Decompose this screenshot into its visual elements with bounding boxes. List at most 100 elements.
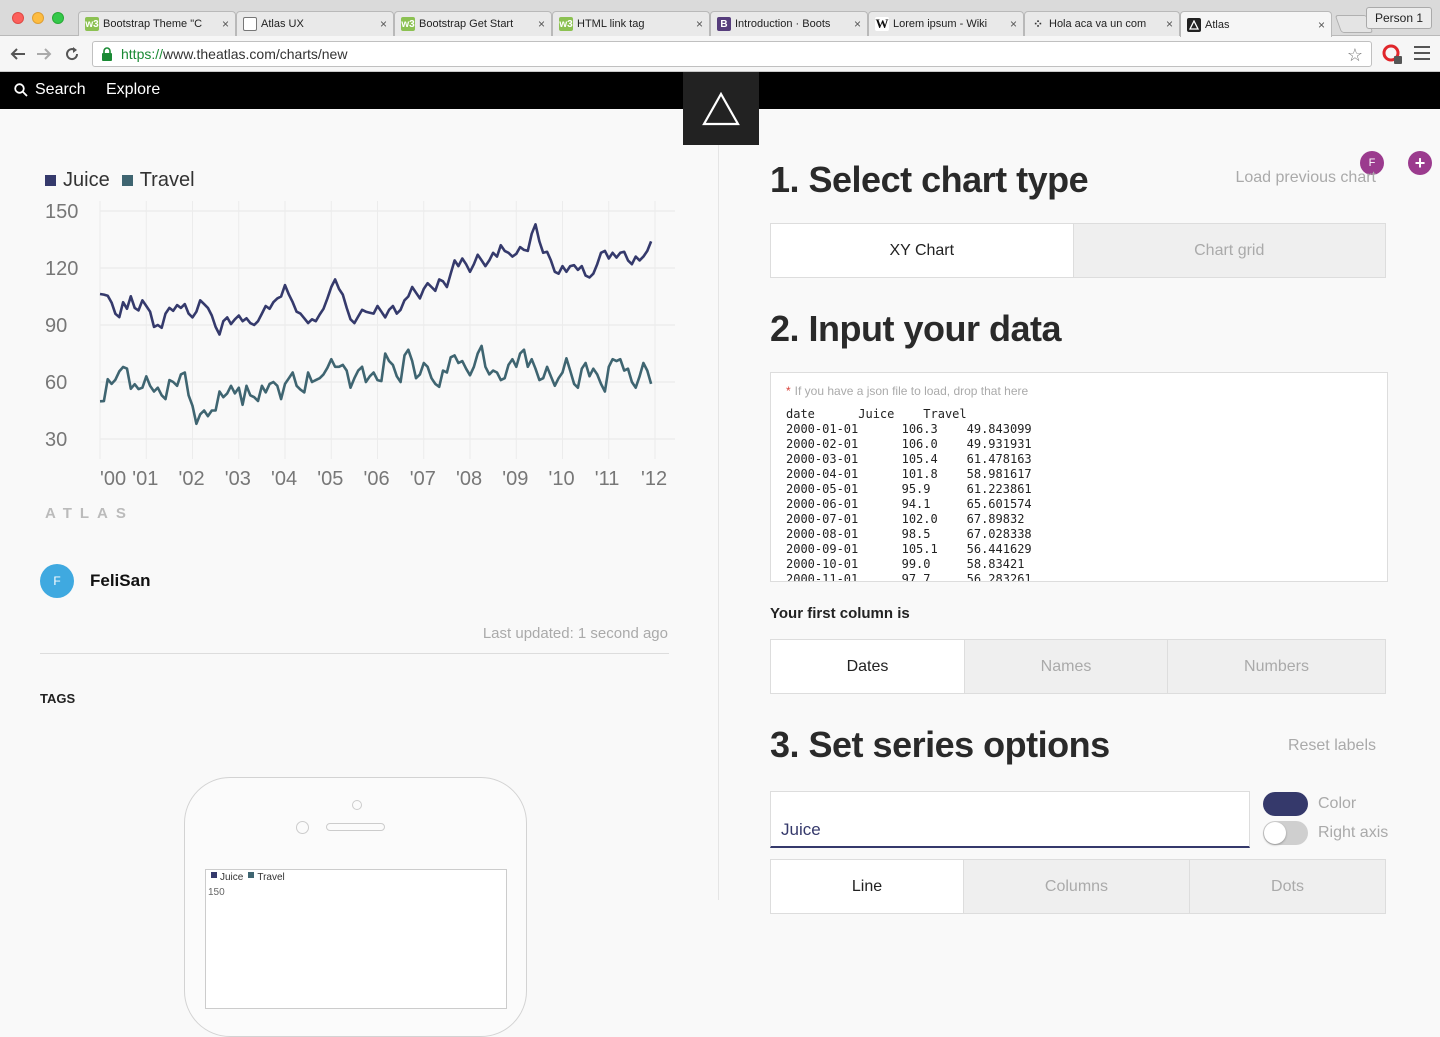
phone-speaker <box>326 823 385 831</box>
y-tick-label: 150 <box>45 201 78 223</box>
option-columns[interactable]: Columns <box>964 860 1190 913</box>
tab-label: Atlas <box>1205 18 1230 31</box>
data-input-area[interactable]: * If you have a json file to load, drop t… <box>770 372 1388 582</box>
data-textarea-content[interactable]: date Juice Travel 2000-01-01 106.3 49.84… <box>786 407 1032 581</box>
tab-label: Bootstrap Theme "C <box>103 18 203 30</box>
mini-legend-label: Juice <box>220 872 244 883</box>
author-row: F FeliSan <box>40 564 150 598</box>
load-previous-chart-link[interactable]: Load previous chart <box>1235 169 1376 187</box>
option-dots[interactable]: Dots <box>1190 860 1385 913</box>
author-avatar[interactable]: F <box>40 564 74 598</box>
series-line-travel <box>99 344 653 426</box>
tab-label: Lorem ipsum - Wiki <box>893 18 988 30</box>
mini-legend: Juice Travel <box>209 872 285 883</box>
color-swatch-toggle[interactable] <box>1263 792 1308 816</box>
option-numbers[interactable]: Numbers <box>1168 640 1385 693</box>
atlas-favicon-icon <box>1187 17 1201 32</box>
series-type-selector: Line Columns Dots <box>770 859 1386 914</box>
opera-extension-icon[interactable] <box>1382 44 1402 64</box>
browser-tab[interactable]: ⁘ Hola aca va un com × <box>1024 11 1180 36</box>
close-tab-icon[interactable]: × <box>1166 17 1173 31</box>
color-label: Color <box>1318 795 1357 812</box>
close-tab-icon[interactable]: × <box>854 17 861 31</box>
x-tick-label: '01 <box>132 468 158 490</box>
browser-tab[interactable]: B Introduction · Boots × <box>710 11 868 36</box>
browser-tab-bar: w3 Bootstrap Theme "C × Atlas UX × w3 Bo… <box>0 0 1440 37</box>
close-tab-icon[interactable]: × <box>1318 18 1325 32</box>
first-column-label: Your first column is <box>770 605 910 622</box>
close-tab-icon[interactable]: × <box>380 17 387 31</box>
address-bar[interactable]: https://www.theatlas.com/charts/new ☆ <box>92 41 1372 67</box>
x-tick-label: '08 <box>456 468 482 490</box>
close-tab-icon[interactable]: × <box>696 17 703 31</box>
mini-tick-label: 150 <box>208 887 225 898</box>
x-tick-label: '04 <box>271 468 297 490</box>
tab-label: Atlas UX <box>261 18 304 30</box>
right-axis-toggle[interactable] <box>1263 821 1308 845</box>
option-names[interactable]: Names <box>965 640 1168 693</box>
divider <box>40 653 669 654</box>
option-dates[interactable]: Dates <box>771 640 965 693</box>
search-link[interactable]: Search <box>14 81 86 99</box>
legend-swatch <box>121 175 133 186</box>
close-window-button[interactable] <box>12 12 24 24</box>
line-chart: 150 120 90 60 30 '00 '01 '02 '03 '04 '05 '06 '07 '08 '… <box>45 201 675 490</box>
tab-label: Hola aca va un com <box>1049 18 1147 30</box>
y-tick-label: 30 <box>45 429 67 451</box>
back-arrow-icon[interactable] <box>8 44 28 64</box>
search-label: Search <box>35 81 86 98</box>
reload-icon[interactable] <box>62 44 82 64</box>
phone-screen: Juice Travel 150 <box>205 869 507 1009</box>
last-updated-text: Last updated: 1 second ago <box>482 625 668 642</box>
tab-chart-grid[interactable]: Chart grid <box>1074 224 1385 277</box>
close-tab-icon[interactable]: × <box>222 17 229 31</box>
browser-menu-icon[interactable] <box>1414 46 1430 62</box>
reset-labels-link[interactable]: Reset labels <box>1288 737 1376 755</box>
browser-tab[interactable]: Atlas UX × <box>236 11 394 36</box>
tab-xy-chart[interactable]: XY Chart <box>771 224 1074 277</box>
close-tab-icon[interactable]: × <box>1010 17 1017 31</box>
x-tick-label: '00 <box>100 468 126 490</box>
author-name[interactable]: FeliSan <box>90 571 150 591</box>
browser-tab[interactable]: w3 Bootstrap Get Start × <box>394 11 552 36</box>
legend-swatch <box>45 175 56 186</box>
x-tick-label: '03 <box>225 468 251 490</box>
x-tick-label: '10 <box>549 468 575 490</box>
atlas-logo[interactable] <box>683 72 759 145</box>
wikipedia-favicon-icon: W <box>875 16 889 31</box>
tab-label: HTML link tag <box>577 18 645 30</box>
browser-tab[interactable]: w3 Bootstrap Theme "C × <box>78 11 236 36</box>
document-favicon-icon <box>243 17 257 31</box>
toggle-knob <box>1264 822 1286 844</box>
bookmark-star-icon[interactable]: ☆ <box>1347 45 1363 66</box>
browser-tab[interactable]: w3 HTML link tag × <box>552 11 710 36</box>
series-line-juice <box>99 222 653 336</box>
x-tick-label: '12 <box>641 468 667 490</box>
phone-preview: Juice Travel 150 <box>184 777 527 1037</box>
x-tick-label: '09 <box>502 468 528 490</box>
x-tick-label: '02 <box>179 468 205 490</box>
forward-arrow-icon[interactable] <box>34 44 54 64</box>
series-name-input[interactable]: Juice <box>770 791 1250 848</box>
step1-title: 1. Select chart type <box>770 159 1089 200</box>
browser-toolbar: https://www.theatlas.com/charts/new ☆ <box>0 36 1440 72</box>
step2-title: 2. Input your data <box>770 308 1062 349</box>
y-tick-label: 60 <box>45 372 67 394</box>
browser-tab[interactable]: W Lorem ipsum - Wiki × <box>868 11 1024 36</box>
browser-tab-active[interactable]: Atlas × <box>1180 11 1332 37</box>
explore-link[interactable]: Explore <box>106 81 160 99</box>
tab-label: Bootstrap Get Start <box>419 18 514 30</box>
minimize-window-button[interactable] <box>32 12 44 24</box>
option-line[interactable]: Line <box>771 860 964 913</box>
right-axis-label: Right axis <box>1318 824 1389 841</box>
x-tick-label: '05 <box>317 468 343 490</box>
maximize-window-button[interactable] <box>52 12 64 24</box>
series-name-value[interactable]: Juice <box>781 820 821 840</box>
mini-legend-label: Travel <box>257 872 285 883</box>
step3-title: 3. Set series options <box>770 724 1110 765</box>
phone-sensor <box>296 821 309 834</box>
url-path: www.theatlas.com/charts/new <box>163 46 348 62</box>
close-tab-icon[interactable]: × <box>538 17 545 31</box>
drop-hint: * If you have a json file to load, drop t… <box>786 384 1029 398</box>
profile-button[interactable]: Person 1 <box>1365 7 1432 29</box>
